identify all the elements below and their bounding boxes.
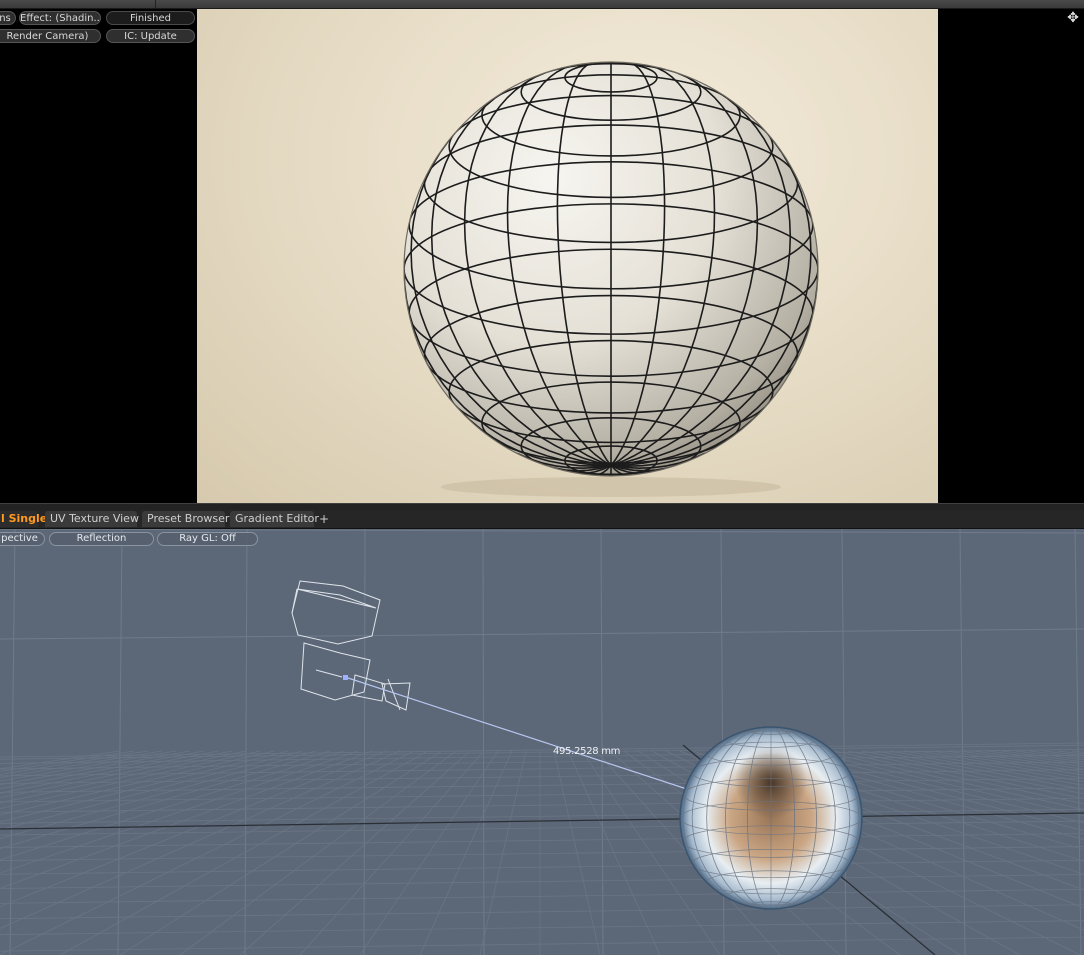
render-effect-button[interactable]: Effect: (Shadin... [19,11,101,25]
rendered-sphere [403,61,819,497]
distance-measurement-label: 495.2528 mm [553,746,621,757]
render-canvas[interactable] [197,9,938,503]
add-tab-button[interactable]: + [319,511,329,527]
viewport-scene [0,529,1084,955]
render-options-button[interactable]: ns [0,11,16,25]
render-status-button[interactable]: Finished [106,11,195,25]
window-top-strip [0,0,1084,9]
move-arrows-icon[interactable]: ✥ [1066,11,1080,25]
reflective-sphere[interactable] [679,726,863,910]
raygl-toggle-button[interactable]: Ray GL: Off [157,532,258,546]
view-projection-button[interactable]: pective [0,532,45,546]
tab-gradient-editor[interactable]: Gradient Editor [230,511,319,527]
shading-mode-button[interactable]: Reflection [49,532,154,546]
tab-single-viewport[interactable]: l Single [0,511,47,527]
viewport-tab-bar: l Single UV Texture View Preset Browser … [0,510,1084,529]
camera-wireframe[interactable] [291,580,411,711]
render-preview-panel: ns Effect: (Shadin... Finished Render Ca… [0,9,1084,503]
render-camera-button[interactable]: Render Camera) [0,29,101,43]
ic-update-button[interactable]: IC: Update [106,29,195,43]
tab-preset-browser[interactable]: Preset Browser [142,511,229,527]
3d-viewport[interactable]: pective Reflection Ray GL: Off 495.2528 … [0,529,1084,955]
tab-uv-texture-view[interactable]: UV Texture View [45,511,139,527]
strip-divider [155,0,156,8]
